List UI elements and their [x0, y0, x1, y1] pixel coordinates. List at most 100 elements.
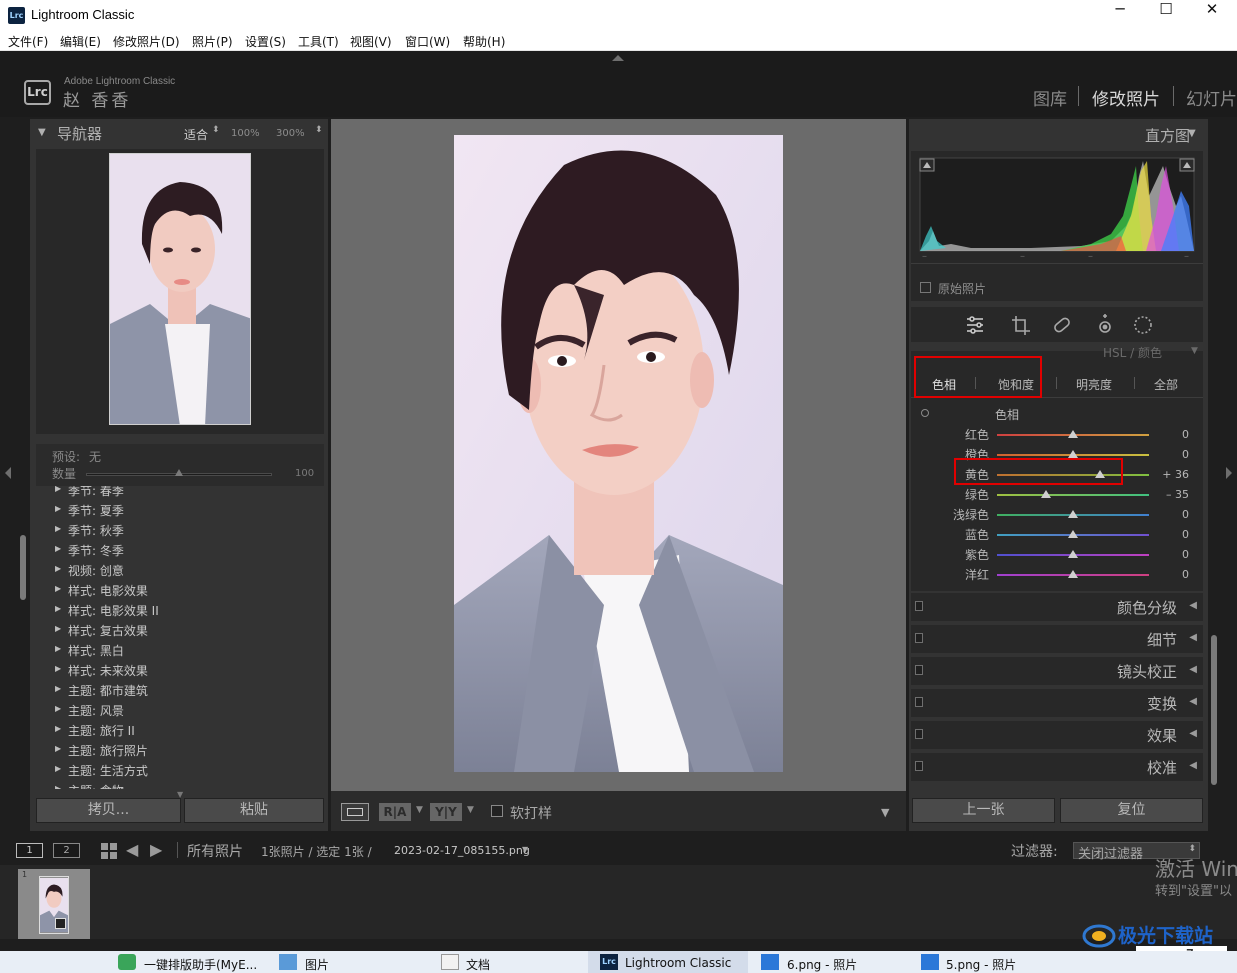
- hsl-slider-value[interactable]: 0: [1157, 508, 1189, 521]
- menu-photo[interactable]: 照片(P): [192, 33, 233, 50]
- taskbar-item-typeset[interactable]: 一键排版助手(MyE...: [144, 956, 257, 973]
- expand-triangle-icon[interactable]: ▶: [55, 624, 61, 633]
- target-adjust-icon[interactable]: [921, 409, 929, 417]
- reset-button[interactable]: 复位: [1060, 798, 1203, 823]
- preset-folder-item[interactable]: ▶ 视频: 创意: [30, 560, 328, 580]
- filmstrip-thumbnail-cell[interactable]: 1: [18, 869, 90, 939]
- zoom-stepper-icon[interactable]: ⬍: [315, 125, 323, 135]
- tab-luminance[interactable]: 明亮度: [1076, 376, 1112, 393]
- main-photo[interactable]: [454, 135, 783, 772]
- close-button[interactable]: ✕: [1189, 0, 1235, 30]
- grid-view-icon[interactable]: [101, 843, 117, 859]
- collapsed-panel[interactable]: 变换 ◀: [911, 689, 1203, 717]
- collapsed-panel[interactable]: 效果 ◀: [911, 721, 1203, 749]
- original-photo-checkbox[interactable]: [920, 282, 931, 293]
- hsl-slider-thumb[interactable]: [1068, 530, 1078, 538]
- soft-proof-checkbox[interactable]: [491, 805, 503, 817]
- source-label[interactable]: 所有照片: [187, 841, 243, 861]
- navigator-thumbnail[interactable]: [109, 153, 251, 425]
- paste-settings-button[interactable]: 粘贴: [184, 798, 324, 823]
- hsl-slider-value[interactable]: 0: [1157, 428, 1189, 441]
- preset-folder-item[interactable]: ▶ 样式: 复古效果: [30, 620, 328, 640]
- module-slideshow[interactable]: 幻灯片: [1186, 85, 1237, 110]
- preset-folder-item[interactable]: ▶ 季节: 冬季: [30, 540, 328, 560]
- taskbar-item-photo-6[interactable]: 6.png - 照片: [787, 956, 857, 973]
- navigator-collapse-icon[interactable]: ▼: [38, 127, 46, 138]
- image-canvas[interactable]: [331, 119, 906, 791]
- expand-triangle-icon[interactable]: ▶: [55, 704, 61, 713]
- panel-switch-icon[interactable]: [915, 665, 923, 675]
- hsl-slider-value[interactable]: + 36: [1157, 468, 1189, 481]
- hsl-slider-thumb[interactable]: [1041, 490, 1052, 498]
- preset-folder-item[interactable]: ▶ 主题: 生活方式: [30, 760, 328, 780]
- preset-folder-item[interactable]: ▶ 季节: 春季: [30, 486, 328, 500]
- collapsed-panel[interactable]: 镜头校正 ◀: [911, 657, 1203, 685]
- filename-dropdown-icon[interactable]: ▼: [522, 845, 528, 854]
- navigator-zoom-300[interactable]: 300%: [276, 128, 305, 139]
- expand-triangle-icon[interactable]: ▶: [55, 664, 61, 673]
- copy-settings-button[interactable]: 拷贝...: [36, 798, 181, 823]
- before-after-tb-button[interactable]: Y|Y: [430, 803, 462, 821]
- preset-folder-item[interactable]: ▶ 主题: 都市建筑: [30, 680, 328, 700]
- preset-folder-item[interactable]: ▶ 主题: 旅行 II: [30, 720, 328, 740]
- preset-folder-item[interactable]: ▶ 主题: 食物: [30, 780, 328, 789]
- hsl-slider-value[interactable]: 0: [1157, 448, 1189, 461]
- expand-triangle-icon[interactable]: ▶: [55, 724, 61, 733]
- histogram[interactable]: – – – – 原始照片: [911, 151, 1203, 301]
- expand-triangle-icon[interactable]: ▶: [55, 744, 61, 753]
- preset-folder-item[interactable]: ▶ 主题: 旅行照片: [30, 740, 328, 760]
- expand-arrow-icon[interactable]: ◀: [1189, 600, 1197, 611]
- hsl-slider-value[interactable]: 0: [1157, 568, 1189, 581]
- hsl-slider-thumb[interactable]: [1068, 570, 1078, 578]
- expand-triangle-icon[interactable]: ▶: [55, 584, 61, 593]
- preset-folder-item[interactable]: ▶ 季节: 秋季: [30, 520, 328, 540]
- left-panel-toggle-icon[interactable]: [5, 467, 11, 479]
- expand-triangle-icon[interactable]: ▶: [55, 544, 61, 553]
- fit-stepper-icon[interactable]: ⬍: [212, 125, 220, 135]
- hsl-slider-thumb[interactable]: [1068, 550, 1078, 558]
- hsl-slider-value[interactable]: 0: [1157, 528, 1189, 541]
- tab-saturation[interactable]: 饱和度: [998, 376, 1034, 393]
- tab-hue[interactable]: 色相: [932, 376, 956, 393]
- menu-settings[interactable]: 设置(S): [245, 33, 286, 50]
- expand-arrow-icon[interactable]: ◀: [1189, 664, 1197, 675]
- top-panel-toggle-icon[interactable]: [612, 55, 624, 61]
- expand-arrow-icon[interactable]: ◀: [1189, 632, 1197, 643]
- histogram-collapse-icon[interactable]: ▼: [1188, 128, 1196, 139]
- menu-tools[interactable]: 工具(T): [298, 33, 339, 50]
- panel-switch-icon[interactable]: [915, 729, 923, 739]
- expand-triangle-icon[interactable]: ▶: [55, 644, 61, 653]
- navigator-preview[interactable]: [36, 149, 324, 434]
- expand-triangle-icon[interactable]: ▶: [55, 524, 61, 533]
- expand-triangle-icon[interactable]: ▶: [55, 684, 61, 693]
- selected-filename[interactable]: 2023-02-17_085155.png: [394, 844, 530, 857]
- hsl-slider-track[interactable]: [997, 474, 1149, 476]
- preset-folder-item[interactable]: ▶ 主题: 风景: [30, 700, 328, 720]
- menu-window[interactable]: 窗口(W): [405, 33, 450, 50]
- expand-triangle-icon[interactable]: ▶: [55, 486, 61, 493]
- next-arrow-icon[interactable]: ▶: [150, 840, 162, 859]
- menu-file[interactable]: 文件(F): [8, 33, 48, 50]
- taskbar-item-pictures[interactable]: 图片: [305, 956, 329, 973]
- expand-triangle-icon[interactable]: ▶: [55, 784, 61, 789]
- hsl-slider-thumb[interactable]: [1095, 470, 1106, 478]
- minimize-button[interactable]: ─: [1097, 0, 1143, 30]
- panel-switch-icon[interactable]: [915, 697, 923, 707]
- screen-2-button[interactable]: 2: [53, 843, 80, 858]
- navigator-fit[interactable]: 适合: [184, 126, 208, 143]
- amount-slider-thumb[interactable]: [175, 469, 183, 476]
- previous-settings-button[interactable]: 上一张: [912, 798, 1055, 823]
- preset-folder-item[interactable]: ▶ 季节: 夏季: [30, 500, 328, 520]
- left-scrollbar[interactable]: [20, 535, 26, 600]
- hsl-slider-value[interactable]: – 35: [1157, 488, 1189, 501]
- tab-all[interactable]: 全部: [1154, 376, 1178, 393]
- preset-folder-item[interactable]: ▶ 样式: 未来效果: [30, 660, 328, 680]
- hsl-slider-thumb[interactable]: [1068, 450, 1078, 458]
- right-scrollbar[interactable]: [1211, 635, 1217, 785]
- navigator-zoom-100[interactable]: 100%: [231, 128, 260, 139]
- collapsed-panel[interactable]: 颜色分级 ◀: [911, 593, 1203, 621]
- menu-view[interactable]: 视图(V): [350, 33, 392, 50]
- right-panel-toggle-icon[interactable]: [1226, 467, 1232, 479]
- maximize-button[interactable]: ☐: [1143, 0, 1189, 30]
- taskbar-item-documents[interactable]: 文档: [466, 956, 490, 973]
